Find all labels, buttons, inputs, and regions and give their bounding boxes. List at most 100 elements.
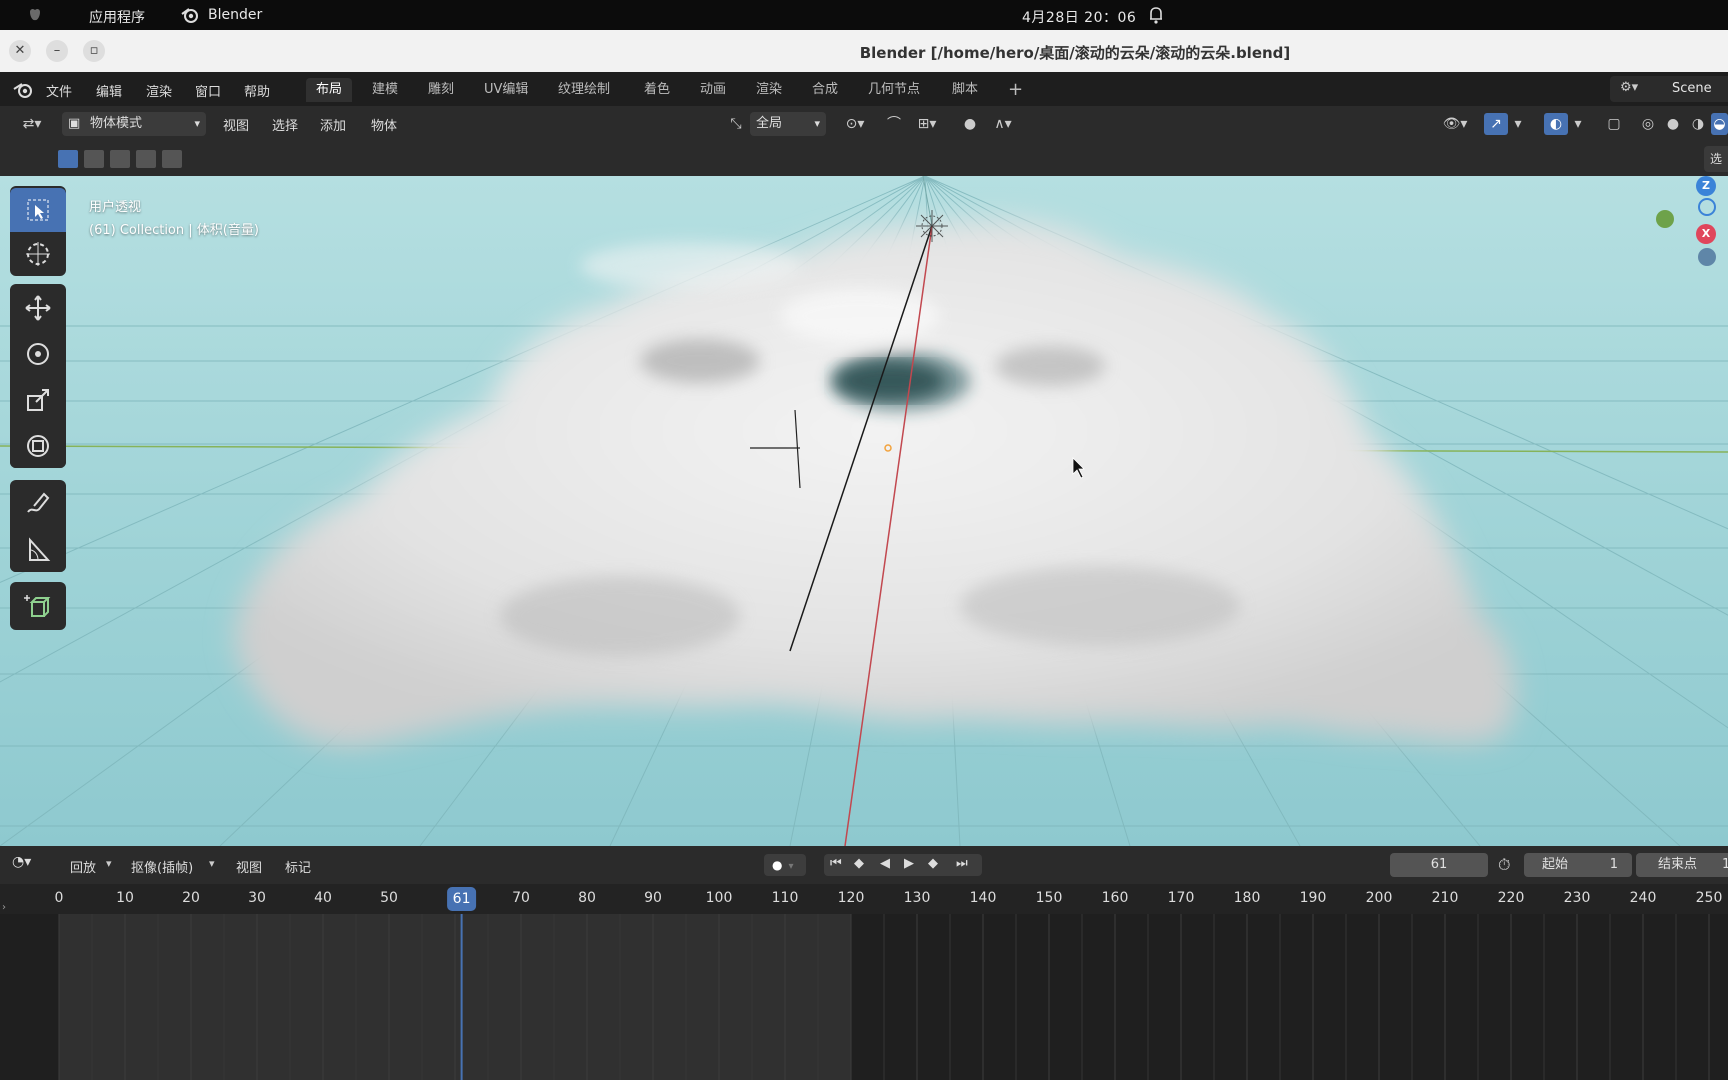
playhead-frame-label[interactable]: 61 xyxy=(446,887,477,911)
proportional-edit-icon[interactable]: ● xyxy=(958,113,982,135)
chevron-down-icon: ▾ xyxy=(209,857,215,870)
menu-render[interactable]: 渲染 xyxy=(146,81,172,100)
gizmo-y-axis[interactable] xyxy=(1656,210,1674,228)
gizmo-neg-z-axis[interactable] xyxy=(1698,198,1716,216)
menu-help[interactable]: 帮助 xyxy=(244,81,270,100)
snap-target-icon[interactable]: ⊞▾ xyxy=(908,113,946,135)
menu-select[interactable]: 选择 xyxy=(272,115,298,134)
tab-texture-paint[interactable]: 纹理绘制 xyxy=(548,78,620,102)
viewport-header: ⇄▾ ▣ 物体模式 ▾ 视图 选择 添加 物体 ⤡ 全局 ▾ ⊙▾ ⌒ ⊞▾ ●… xyxy=(0,106,1728,142)
rendered-shading-icon[interactable]: ◒ xyxy=(1711,113,1728,135)
tab-sculpting[interactable]: 雕刻 xyxy=(418,78,464,102)
cursor-tool[interactable] xyxy=(10,232,66,276)
marker-menu[interactable]: 标记 xyxy=(285,857,311,876)
select-extend-icon[interactable] xyxy=(84,150,104,168)
cursor-icon xyxy=(26,242,50,266)
chevron-down-icon[interactable]: ▾ xyxy=(1510,113,1526,135)
ruler-tick-label: 150 xyxy=(1035,890,1063,906)
timeline-ruler[interactable]: › 0 10 20 30 40 50 70 80 90 100 110 120 130 140 150 160… xyxy=(0,884,1728,914)
blender-logo-icon[interactable] xyxy=(12,80,34,100)
menu-file[interactable]: 文件 xyxy=(46,81,72,100)
jump-start-icon[interactable]: ⏮ xyxy=(830,856,842,871)
solid-shading-icon[interactable]: ● xyxy=(1661,113,1685,135)
clock[interactable]: 4月28日 20：06 xyxy=(1022,7,1136,27)
end-frame-field[interactable]: 结束点 1 xyxy=(1636,853,1728,877)
transform-orientation-dropdown[interactable]: 全局 ▾ xyxy=(750,112,826,136)
visibility-icon[interactable]: 👁▾ xyxy=(1436,113,1474,135)
timeline-editor-icon[interactable]: ◔▾ xyxy=(12,854,31,870)
tab-uv-editing[interactable]: UV编辑 xyxy=(474,78,538,102)
play-reverse-icon[interactable]: ◀ xyxy=(880,856,890,871)
menu-window[interactable]: 窗口 xyxy=(195,81,221,100)
scene-selector[interactable]: ⚙▾ Scene xyxy=(1610,76,1728,102)
tab-modeling[interactable]: 建模 xyxy=(362,78,408,102)
annotate-tool[interactable] xyxy=(10,482,66,526)
transform-icon xyxy=(27,435,49,457)
measure-tool[interactable] xyxy=(10,528,66,572)
overlays-toggle-icon[interactable]: ◐ xyxy=(1544,113,1568,135)
tab-compositing[interactable]: 合成 xyxy=(802,78,848,102)
mode-dropdown[interactable]: ▣ 物体模式 ▾ xyxy=(62,112,206,136)
scale-tool[interactable] xyxy=(10,378,66,422)
current-frame-field[interactable]: 61 xyxy=(1390,853,1488,877)
tab-shading[interactable]: 着色 xyxy=(634,78,680,102)
menu-view[interactable]: 视图 xyxy=(223,115,249,134)
playback-menu[interactable]: 回放 xyxy=(70,857,96,876)
applications-menu[interactable]: 应用程序 xyxy=(89,7,145,27)
add-workspace-button[interactable]: + xyxy=(998,78,1033,102)
select-invert-icon[interactable] xyxy=(136,150,156,168)
menu-edit[interactable]: 编辑 xyxy=(96,81,122,100)
falloff-icon[interactable]: ∧▾ xyxy=(986,113,1020,135)
mode-label: 物体模式 xyxy=(90,116,143,131)
prev-keyframe-icon[interactable]: ◆ xyxy=(854,856,864,871)
xray-toggle-icon[interactable]: ▢ xyxy=(1602,113,1626,135)
play-icon[interactable]: ▶ xyxy=(904,856,914,871)
select-new-icon[interactable] xyxy=(58,150,78,168)
wireframe-shading-icon[interactable]: ◎ xyxy=(1636,113,1660,135)
jump-end-icon[interactable]: ⏭ xyxy=(956,856,968,871)
select-subtract-icon[interactable] xyxy=(110,150,130,168)
tab-animation[interactable]: 动画 xyxy=(690,78,736,102)
material-shading-icon[interactable]: ◑ xyxy=(1686,113,1710,135)
3d-viewport[interactable]: 用户透视 (61) Collection | 体积(音量) Z X xyxy=(0,176,1728,846)
active-app-name[interactable]: Blender xyxy=(208,7,262,23)
orientation-label: 全局 xyxy=(756,116,783,131)
transform-tool[interactable] xyxy=(10,424,66,468)
stopwatch-icon[interactable]: ⏱ xyxy=(1498,855,1510,875)
auto-keying-toggle[interactable]: ● ▾ xyxy=(764,854,806,876)
blender-app-icon xyxy=(181,8,198,23)
select-intersect-icon[interactable] xyxy=(162,150,182,168)
next-keyframe-icon[interactable]: ◆ xyxy=(928,856,938,871)
tab-rendering[interactable]: 渲染 xyxy=(746,78,792,102)
expand-arrow-icon[interactable]: › xyxy=(2,902,6,913)
tab-geometry-nodes[interactable]: 几何节点 xyxy=(858,78,930,102)
select-box-tool[interactable] xyxy=(10,188,66,232)
timeline-view-menu[interactable]: 视图 xyxy=(236,857,262,876)
rotate-tool[interactable] xyxy=(10,332,66,376)
gizmo-x-axis[interactable]: X xyxy=(1696,224,1716,244)
gizmo-neg-y-axis[interactable] xyxy=(1698,248,1716,266)
editor-type-icon[interactable]: ⇄▾ xyxy=(14,113,50,135)
timeline-area[interactable] xyxy=(0,914,1728,1080)
transform-orientation-icon[interactable]: ⤡ xyxy=(724,113,748,135)
ruler-tick-label: 100 xyxy=(705,890,733,906)
ruler-tick-label: 130 xyxy=(903,890,931,906)
start-frame-field[interactable]: 起始 1 xyxy=(1524,853,1632,877)
menu-object[interactable]: 物体 xyxy=(371,115,397,134)
ruler-tick-label: 110 xyxy=(771,890,799,906)
tab-scripting[interactable]: 脚本 xyxy=(942,78,988,102)
gizmo-z-axis[interactable]: Z xyxy=(1696,176,1716,196)
move-tool[interactable] xyxy=(10,286,66,330)
keying-menu[interactable]: 抠像(插帧) xyxy=(131,857,193,876)
pivot-point-icon[interactable]: ⊙▾ xyxy=(838,113,872,135)
snap-toggle-icon[interactable]: ⌒ xyxy=(882,113,906,135)
notification-bell-icon[interactable] xyxy=(1148,5,1164,25)
measure-ruler-icon xyxy=(29,537,51,561)
add-cube-tool[interactable] xyxy=(10,584,66,628)
tab-layout[interactable]: 布局 xyxy=(306,78,353,102)
chevron-down-icon[interactable]: ▾ xyxy=(1570,113,1586,135)
ruler-tick-label: 50 xyxy=(380,890,398,906)
gizmo-toggle-icon[interactable]: ↗ xyxy=(1484,113,1508,135)
menu-add[interactable]: 添加 xyxy=(320,115,346,134)
sidebar-tab[interactable]: 选 xyxy=(1704,146,1728,172)
